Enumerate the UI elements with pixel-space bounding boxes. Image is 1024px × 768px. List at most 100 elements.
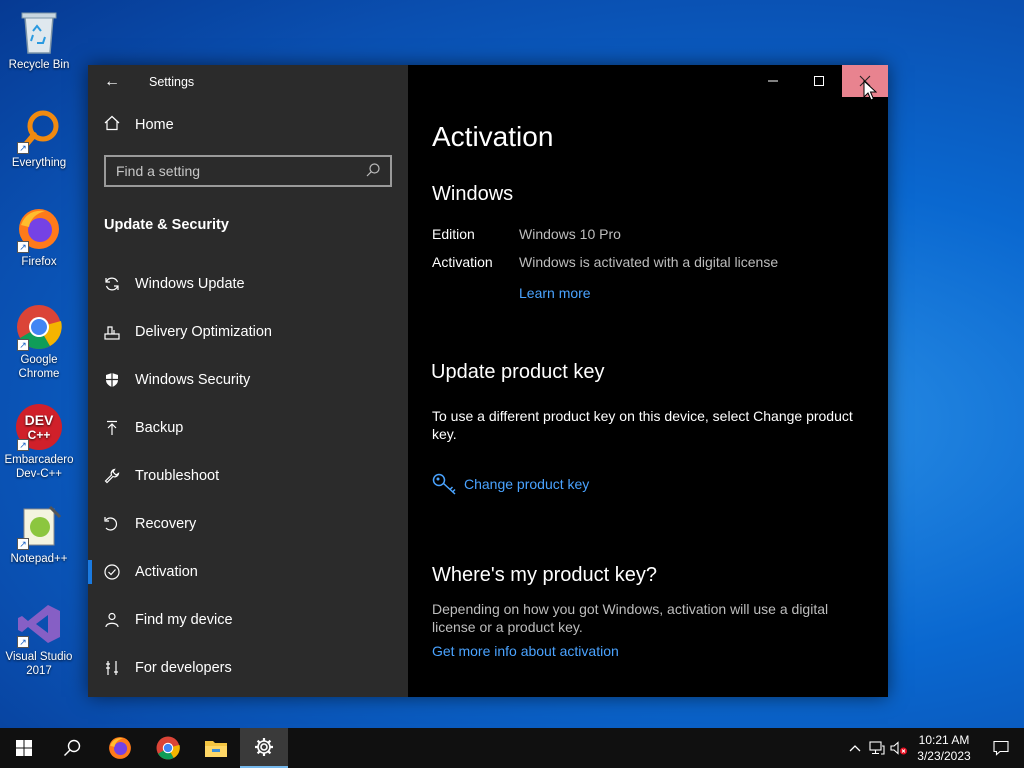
sidebar-item-backup[interactable]: Backup: [88, 404, 408, 452]
person-pin-icon: [104, 612, 120, 628]
maximize-icon: [814, 76, 824, 86]
desktop-icon-label: Notepad++: [10, 553, 68, 565]
desktop-icon-firefox[interactable]: ↗ Firefox: [0, 205, 78, 269]
maximize-button[interactable]: [796, 65, 842, 97]
sidebar-item-recovery[interactable]: Recovery: [88, 500, 408, 548]
desktop-icon-recycle-bin[interactable]: Recycle Bin: [0, 8, 78, 72]
change-product-key-link[interactable]: Change product key: [464, 476, 589, 492]
sidebar-item-windows-update[interactable]: Windows Update: [88, 260, 408, 308]
search-icon: [64, 739, 81, 756]
sidebar-item-label: Windows Update: [135, 276, 245, 292]
desktop-icon-notepad-plus-plus[interactable]: ↗ Notepad++: [0, 502, 78, 566]
sync-icon: [104, 276, 120, 292]
shortcut-arrow-icon: ↗: [17, 142, 29, 154]
search-icon[interactable]: [366, 162, 380, 180]
shortcut-arrow-icon: ↗: [17, 439, 29, 451]
sidebar-item-find-my-device[interactable]: Find my device: [88, 596, 408, 644]
learn-more-link[interactable]: Learn more: [519, 285, 888, 301]
chevron-up-icon[interactable]: [844, 728, 866, 768]
svg-text:DEV: DEV: [25, 412, 54, 428]
more-info-activation-link[interactable]: Get more info about activation: [432, 643, 888, 659]
firefox-icon: [109, 737, 131, 759]
sidebar-nav: Windows Update Delivery Optimization Win…: [88, 260, 408, 692]
edition-row: Edition Windows 10 Pro: [432, 226, 888, 242]
search-box[interactable]: [104, 155, 392, 187]
desktop-icon-label: Firefox: [21, 256, 57, 268]
back-arrow-icon[interactable]: ←: [104, 73, 122, 91]
taskbar-chrome[interactable]: [144, 728, 192, 768]
desktop-icon-label: Recycle Bin: [8, 59, 70, 71]
activation-row: Activation Windows is activated with a d…: [432, 254, 888, 270]
desktop-icon-everything[interactable]: ↗ Everything: [0, 106, 78, 170]
clock[interactable]: 10:21 AM 3/23/2023: [910, 732, 978, 764]
volume-muted-icon[interactable]: [888, 728, 910, 768]
sidebar-item-windows-security[interactable]: Windows Security: [88, 356, 408, 404]
shortcut-arrow-icon: ↗: [17, 538, 29, 550]
notification-center-button[interactable]: [978, 740, 1024, 756]
shortcut-arrow-icon: ↗: [17, 339, 29, 351]
minimize-icon: [768, 80, 778, 82]
dev-cpp-icon: DEV C++ ↗: [15, 403, 63, 451]
everything-search-icon: ↗: [15, 106, 63, 154]
sidebar-item-delivery-optimization[interactable]: Delivery Optimization: [88, 308, 408, 356]
title-bar: ← Settings: [88, 65, 408, 99]
sidebar-item-home[interactable]: Home: [88, 105, 408, 145]
desktop-icon-label: Google Chrome: [18, 354, 60, 380]
update-product-key-text: To use a different product key on this d…: [432, 408, 853, 442]
visual-studio-icon: ↗: [15, 600, 63, 648]
sidebar-section-title: Update & Security: [104, 217, 229, 233]
sidebar-item-label: Troubleshoot: [135, 468, 220, 484]
activation-value: Windows is activated with a digital lice…: [519, 254, 779, 270]
sidebar-item-for-developers[interactable]: For developers: [88, 644, 408, 692]
desktop-icon-google-chrome[interactable]: ↗ Google Chrome: [0, 303, 78, 381]
svg-text:C++: C++: [28, 428, 51, 442]
clock-time: 10:21 AM: [918, 733, 970, 747]
check-circle-icon: [104, 564, 120, 580]
sidebar-item-activation[interactable]: Activation: [88, 548, 408, 596]
sidebar-item-label: Find my device: [135, 612, 233, 628]
edition-label: Edition: [432, 226, 475, 242]
firefox-icon: ↗: [15, 205, 63, 253]
page-title: Activation: [432, 121, 554, 152]
shortcut-arrow-icon: ↗: [17, 636, 29, 648]
activation-label: Activation: [432, 254, 493, 270]
sidebar-item-label: Windows Security: [135, 372, 251, 388]
delivery-icon: [104, 324, 120, 340]
where-product-key-text: Depending on how you got Windows, activa…: [432, 601, 829, 635]
taskbar: 10:21 AM 3/23/2023: [0, 728, 1024, 768]
developer-icon: [104, 660, 120, 676]
sidebar-item-label: Activation: [135, 564, 198, 580]
gear-icon: [255, 738, 273, 756]
settings-window: ← Settings Home Update & Security Window…: [88, 65, 888, 697]
desktop-icon-label: Embarcadero Dev-C++: [4, 454, 74, 480]
sidebar-item-troubleshoot[interactable]: Troubleshoot: [88, 452, 408, 500]
chrome-icon: [156, 736, 180, 760]
where-product-key-heading: Where's my product key?: [432, 564, 658, 586]
update-product-key-heading: Update product key: [431, 361, 605, 383]
desktop-icon-dev-cpp[interactable]: DEV C++ ↗ Embarcadero Dev-C++: [0, 403, 78, 481]
network-icon[interactable]: [866, 728, 888, 768]
recycle-bin-icon: [15, 8, 63, 56]
wrench-icon: [104, 468, 120, 484]
notification-icon: [993, 740, 1009, 756]
key-icon: [432, 472, 458, 496]
start-button[interactable]: [0, 728, 48, 768]
windows-heading: Windows: [432, 183, 514, 205]
desktop-icon-visual-studio[interactable]: ↗ Visual Studio 2017: [0, 600, 78, 678]
minimize-button[interactable]: [750, 65, 796, 97]
taskbar-search-button[interactable]: [48, 728, 96, 768]
content-pane: Activation Windows Edition Windows 10 Pr…: [408, 65, 888, 697]
folder-icon: [205, 741, 227, 757]
notepad-plus-plus-icon: ↗: [15, 502, 63, 550]
sidebar-item-label: Recovery: [135, 516, 197, 532]
shield-icon: [104, 372, 120, 388]
change-product-key-row[interactable]: Change product key: [432, 472, 888, 496]
taskbar-settings[interactable]: [240, 728, 288, 768]
clock-date: 3/23/2023: [917, 749, 971, 763]
taskbar-file-explorer[interactable]: [192, 728, 240, 768]
edition-value: Windows 10 Pro: [519, 226, 621, 242]
windows-logo-icon: [16, 740, 32, 756]
search-input[interactable]: [116, 163, 366, 179]
sidebar-item-label: Delivery Optimization: [135, 324, 272, 340]
taskbar-firefox[interactable]: [96, 728, 144, 768]
